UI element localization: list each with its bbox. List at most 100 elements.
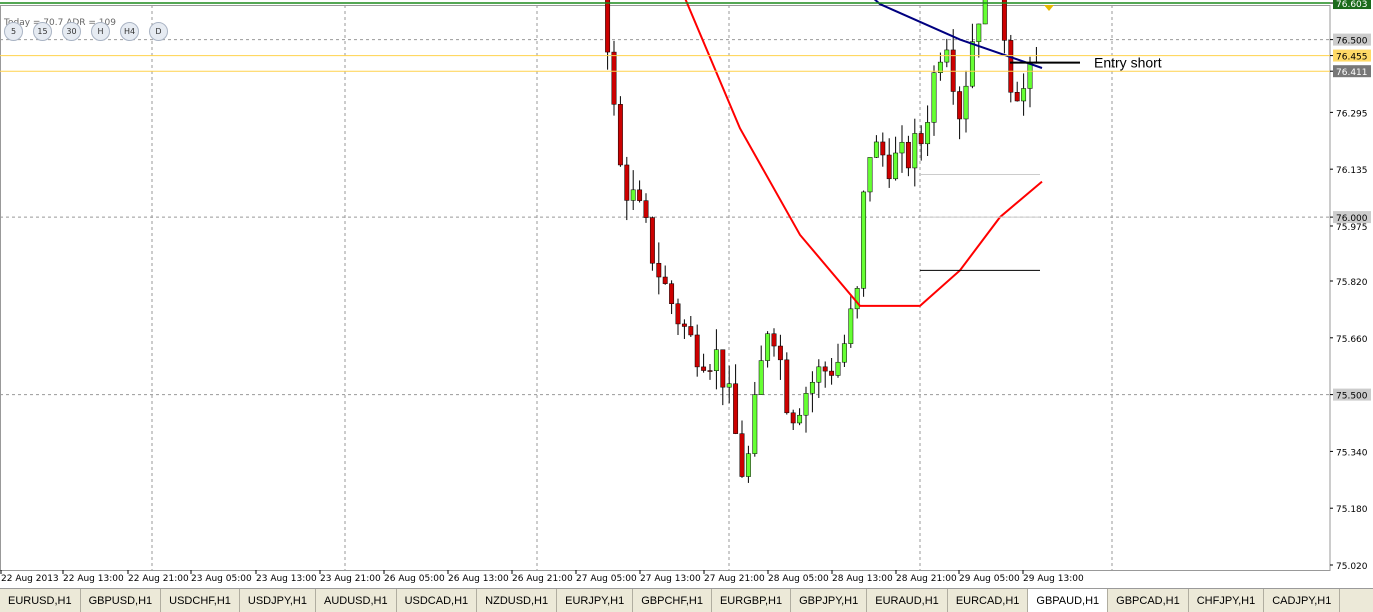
candle-bear	[681, 323, 687, 327]
candle-bull	[1021, 88, 1027, 102]
symbol-tab[interactable]: EURCAD,H1	[948, 589, 1029, 612]
candle-bear	[669, 283, 675, 304]
symbol-tab[interactable]: GBPCHF,H1	[633, 589, 712, 612]
timeframe-button-h[interactable]: H	[91, 22, 110, 41]
symbol-tab[interactable]: GBPJPY,H1	[791, 589, 868, 612]
candle-bear	[688, 326, 694, 336]
candle-bull	[803, 393, 809, 416]
candle-bull	[745, 453, 751, 477]
candle-bear	[720, 349, 726, 388]
candle-bear	[790, 412, 796, 424]
candle-bull	[893, 152, 899, 180]
candle-bull	[809, 381, 815, 394]
candle-bull	[765, 333, 771, 361]
symbol-tab[interactable]: GBPAUD,H1	[1028, 589, 1109, 612]
symbol-tab[interactable]: USDCAD,H1	[397, 589, 478, 612]
candle-bear	[739, 433, 745, 477]
symbol-tab[interactable]: CADJPY,H1	[1264, 589, 1341, 612]
candle-bull	[963, 85, 969, 120]
chart-canvas[interactable]: SLEntry short77.57577.50077.41577.25577.…	[0, 0, 1373, 588]
timeframe-button-15[interactable]: 15	[33, 22, 52, 41]
candle-bull	[752, 394, 758, 454]
symbol-tab[interactable]: EURJPY,H1	[557, 589, 634, 612]
candle-bull	[835, 361, 841, 376]
time-label: 26 Aug 21:00	[512, 574, 573, 584]
price-label: 76.135	[1336, 166, 1368, 176]
candle-bear	[886, 154, 892, 180]
timeframe-button-5[interactable]: 5	[4, 22, 23, 41]
price-label: 76.603	[1336, 0, 1368, 10]
candle-bull	[912, 133, 918, 169]
time-label: 29 Aug 05:00	[959, 574, 1020, 584]
time-label: 26 Aug 05:00	[384, 574, 445, 584]
price-chart[interactable]: SLEntry short77.57577.50077.41577.25577.…	[0, 0, 1373, 588]
time-label: 23 Aug 13:00	[256, 574, 317, 584]
price-label: 75.020	[1336, 562, 1368, 572]
candle-bear	[656, 262, 662, 278]
candle-bull	[797, 414, 803, 424]
candle-bear	[649, 217, 655, 264]
symbol-tab[interactable]: EURAUD,H1	[867, 589, 948, 612]
candle-bear	[675, 303, 681, 325]
time-label: 28 Aug 13:00	[832, 574, 893, 584]
candle-bear	[771, 333, 777, 347]
symbol-tab[interactable]: USDCHF,H1	[161, 589, 240, 612]
entry-label: Entry short	[1094, 55, 1162, 71]
time-label: 28 Aug 05:00	[768, 574, 829, 584]
timeframe-button-30[interactable]: 30	[62, 22, 81, 41]
symbol-tab[interactable]: GBPUSD,H1	[81, 589, 162, 612]
symbol-tab[interactable]: AUDUSD,H1	[316, 589, 397, 612]
time-label: 29 Aug 13:00	[1023, 574, 1084, 584]
price-label: 75.975	[1336, 223, 1368, 233]
price-label: 76.411	[1336, 68, 1368, 78]
candle-bull	[816, 366, 822, 383]
candle-bull	[758, 360, 764, 395]
candle-bull	[630, 189, 636, 201]
symbol-tab[interactable]: GBPCAD,H1	[1108, 589, 1189, 612]
time-label: 22 Aug 21:00	[128, 574, 189, 584]
symbol-tab[interactable]: EURUSD,H1	[0, 589, 81, 612]
candle-bear	[643, 200, 649, 218]
candle-bull	[848, 308, 854, 344]
plot-area	[0, 5, 1331, 571]
price-label: 75.660	[1336, 335, 1368, 345]
price-label: 75.820	[1336, 278, 1368, 288]
candle-bull	[841, 343, 847, 363]
candle-bear	[694, 334, 700, 368]
time-label: 22 Aug 13:00	[63, 574, 124, 584]
symbol-tab[interactable]: EURGBP,H1	[712, 589, 792, 612]
candle-bear	[880, 141, 886, 156]
candle-bull	[873, 141, 879, 158]
candle-bear	[662, 276, 668, 284]
candle-bear	[611, 51, 617, 105]
symbol-tab[interactable]: USDJPY,H1	[240, 589, 316, 612]
symbol-tab[interactable]: CHFJPY,H1	[1189, 589, 1265, 612]
candle-bear	[822, 366, 828, 372]
candle-bull	[925, 122, 931, 145]
price-label: 76.500	[1336, 37, 1368, 47]
candle-bull	[861, 191, 867, 289]
price-label: 76.295	[1336, 109, 1368, 119]
price-label: 75.340	[1336, 448, 1368, 458]
time-label: 26 Aug 13:00	[448, 574, 509, 584]
candle-bear	[918, 133, 924, 145]
candle-bull	[969, 41, 975, 87]
candle-bull	[1027, 63, 1033, 89]
symbol-tab-bar: EURUSD,H1 GBPUSD,H1 USDCHF,H1 USDJPY,H1 AUDU…	[0, 588, 1373, 612]
timeframe-button-d[interactable]: D	[149, 22, 168, 41]
price-label: 75.180	[1336, 505, 1368, 515]
candle-bear	[957, 91, 963, 120]
candle-bear	[707, 370, 713, 372]
price-label: 76.455	[1336, 53, 1368, 63]
candle-bear	[829, 370, 835, 376]
candle-bull	[899, 141, 905, 154]
time-label: 27 Aug 13:00	[640, 574, 701, 584]
candle-bear	[1008, 40, 1014, 93]
time-label: 23 Aug 05:00	[191, 574, 252, 584]
timeframe-button-h4[interactable]: H4	[120, 22, 139, 41]
symbol-tab[interactable]: NZDUSD,H1	[477, 589, 558, 612]
candle-bull	[931, 72, 937, 123]
candle-bear	[1001, 0, 1007, 41]
time-label: 27 Aug 21:00	[704, 574, 765, 584]
candle-bear	[784, 359, 790, 414]
